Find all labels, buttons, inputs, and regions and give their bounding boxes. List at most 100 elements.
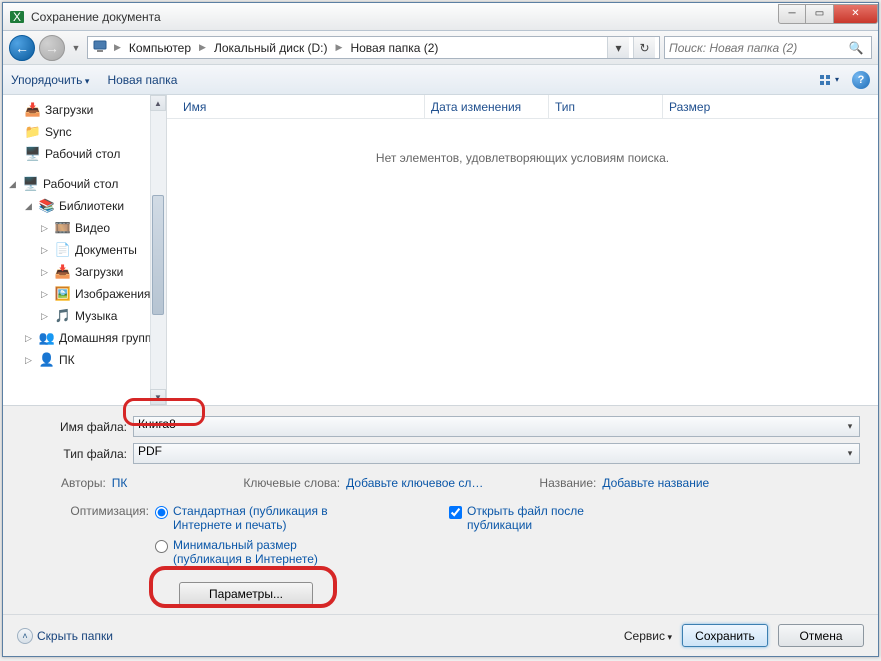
breadcrumb-computer[interactable]: Компьютер <box>127 41 193 55</box>
scroll-down-icon[interactable]: ▼ <box>150 389 166 405</box>
expand-icon[interactable]: ▷ <box>25 355 35 366</box>
title-link[interactable]: Добавьте название <box>602 476 709 490</box>
title-label: Название: <box>539 476 596 490</box>
column-date[interactable]: Дата изменения <box>425 95 549 118</box>
music-icon: 🎵 <box>55 308 71 324</box>
tree-music[interactable]: ▷🎵Музыка <box>7 305 166 327</box>
chevron-right-icon[interactable]: ▶ <box>197 42 208 53</box>
nav-bar: ← → ▼ ▶ Компьютер ▶ Локальный диск (D:) … <box>3 31 878 65</box>
column-size[interactable]: Размер <box>663 95 773 118</box>
scroll-thumb[interactable] <box>152 195 164 315</box>
tree-sync[interactable]: 📁Sync <box>7 121 166 143</box>
titlebar: X Сохранение документа ─ ▭ ✕ <box>3 3 878 31</box>
sidebar-scrollbar[interactable]: ▲ ▼ <box>150 95 166 405</box>
window-title: Сохранение документа <box>31 10 778 24</box>
refresh-button[interactable]: ↻ <box>633 37 655 58</box>
tree-homegroup[interactable]: ▷👥Домашняя групп <box>7 327 166 349</box>
keywords-label: Ключевые слова: <box>243 476 340 490</box>
dialog-footer: ˄ Скрыть папки Сервис Сохранить Отмена <box>3 614 878 656</box>
tree-documents[interactable]: ▷📄Документы <box>7 239 166 261</box>
chevron-right-icon[interactable]: ▶ <box>112 42 123 53</box>
expand-icon[interactable]: ▷ <box>41 223 51 234</box>
expand-icon[interactable]: ▷ <box>41 289 51 300</box>
organize-button[interactable]: Упорядочить <box>11 73 89 87</box>
chevron-right-icon[interactable]: ▶ <box>334 42 345 53</box>
desktop-icon: 🖥️ <box>23 176 39 192</box>
save-button[interactable]: Сохранить <box>682 624 768 647</box>
hide-folders-button[interactable]: ˄ Скрыть папки <box>17 628 113 644</box>
help-button[interactable]: ? <box>852 71 870 89</box>
radio-standard-input[interactable] <box>155 506 168 519</box>
tree-libraries[interactable]: ◢📚Библиотеки <box>7 195 166 217</box>
radio-minimal-input[interactable] <box>155 540 168 553</box>
filename-label: Имя файла: <box>21 420 127 434</box>
close-button[interactable]: ✕ <box>834 4 878 24</box>
tree-desktop[interactable]: 🖥️Рабочий стол <box>7 143 166 165</box>
expand-icon[interactable]: ▷ <box>41 267 51 278</box>
homegroup-icon: 👥 <box>39 330 55 346</box>
column-headers: Имя Дата изменения Тип Размер <box>167 95 878 119</box>
filename-input[interactable]: Книга8▾ <box>133 416 860 437</box>
keywords-link[interactable]: Добавьте ключевое сл… <box>346 476 483 490</box>
tree-desktop-root[interactable]: ◢🖥️Рабочий стол <box>7 173 166 195</box>
address-bar[interactable]: ▶ Компьютер ▶ Локальный диск (D:) ▶ Нова… <box>87 36 660 59</box>
authors-value[interactable]: ПК <box>112 476 128 490</box>
chevron-down-icon[interactable]: ▾ <box>842 445 858 462</box>
user-icon: 👤 <box>39 352 55 368</box>
nav-forward-button[interactable]: → <box>39 35 65 61</box>
svg-text:X: X <box>13 10 21 24</box>
video-icon: 🎞️ <box>55 220 71 236</box>
search-icon[interactable]: 🔍 <box>845 41 867 55</box>
breadcrumb-drive[interactable]: Локальный диск (D:) <box>212 41 330 55</box>
cancel-button[interactable]: Отмена <box>778 624 864 647</box>
checkbox-open-after[interactable]: Открыть файл после публикации <box>449 504 647 532</box>
minimize-button[interactable]: ─ <box>778 4 806 24</box>
empty-message: Нет элементов, удовлетворяющих условиям … <box>167 151 878 165</box>
tools-dropdown[interactable]: Сервис <box>624 629 672 643</box>
excel-icon: X <box>9 9 25 25</box>
nav-back-button[interactable]: ← <box>9 35 35 61</box>
radio-standard[interactable]: Стандартная (публикация в Интернете и пе… <box>155 504 353 532</box>
tree-downloads2[interactable]: ▷📥Загрузки <box>7 261 166 283</box>
maximize-button[interactable]: ▭ <box>806 4 834 24</box>
optimization-label: Оптимизация: <box>61 504 149 518</box>
chevron-up-icon: ˄ <box>17 628 33 644</box>
downloads-icon: 📥 <box>25 102 41 118</box>
downloads-icon: 📥 <box>55 264 71 280</box>
radio-minimal[interactable]: Минимальный размер (публикация в Интерне… <box>155 538 353 566</box>
computer-icon <box>92 38 108 57</box>
desktop-icon: 🖥️ <box>25 146 41 162</box>
view-options-button[interactable]: ▾ <box>812 70 846 90</box>
chevron-down-icon[interactable]: ▾ <box>842 418 858 435</box>
tree-downloads[interactable]: 📥Загрузки <box>7 99 166 121</box>
nav-tree: 📥Загрузки 📁Sync 🖥️Рабочий стол ◢🖥️Рабочи… <box>3 95 167 405</box>
column-type[interactable]: Тип <box>549 95 663 118</box>
tree-pc[interactable]: ▷👤ПК <box>7 349 166 371</box>
documents-icon: 📄 <box>55 242 71 258</box>
filetype-label: Тип файла: <box>21 447 127 461</box>
filetype-select[interactable]: PDF▾ <box>133 443 860 464</box>
scroll-up-icon[interactable]: ▲ <box>150 95 166 111</box>
folder-icon: 📁 <box>25 124 41 140</box>
save-form: Имя файла: Книга8▾ Тип файла: PDF▾ Автор… <box>3 406 878 614</box>
toolbar: Упорядочить Новая папка ▾ ? <box>3 65 878 95</box>
expand-icon[interactable]: ▷ <box>25 333 35 344</box>
libraries-icon: 📚 <box>39 198 55 214</box>
file-list-pane: Имя Дата изменения Тип Размер Нет элемен… <box>167 95 878 405</box>
authors-label: Авторы: <box>61 476 106 490</box>
column-name[interactable]: Имя <box>177 95 425 118</box>
new-folder-button[interactable]: Новая папка <box>107 73 177 87</box>
collapse-icon[interactable]: ◢ <box>9 179 19 190</box>
tree-video[interactable]: ▷🎞️Видео <box>7 217 166 239</box>
expand-icon[interactable]: ▷ <box>41 245 51 256</box>
address-dropdown-icon[interactable]: ▾ <box>607 37 629 58</box>
checkbox-open-after-input[interactable] <box>449 506 462 519</box>
breadcrumb-folder[interactable]: Новая папка (2) <box>348 41 440 55</box>
tree-images[interactable]: ▷🖼️Изображения <box>7 283 166 305</box>
nav-history-dropdown[interactable]: ▼ <box>69 37 83 59</box>
search-input[interactable] <box>669 41 845 55</box>
parameters-button[interactable]: Параметры... <box>179 582 313 606</box>
expand-icon[interactable]: ▷ <box>41 311 51 322</box>
search-box[interactable]: 🔍 <box>664 36 872 59</box>
collapse-icon[interactable]: ◢ <box>25 201 35 212</box>
